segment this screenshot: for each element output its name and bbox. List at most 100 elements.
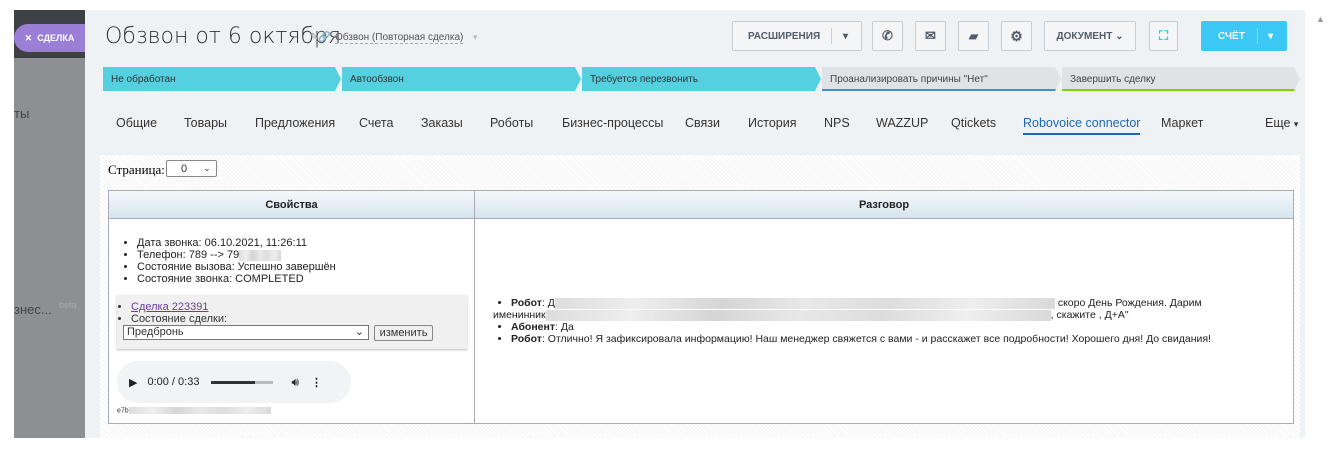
fullscreen-button[interactable]: ⛶ [1149,21,1178,51]
chevron-down-icon: ▾ [1268,30,1274,42]
extensions-label: РАСШИРЕНИЯ [748,30,821,42]
play-icon[interactable]: ▶ [129,376,137,389]
chevron-down-icon: ⌄ [354,326,364,338]
extensions-button[interactable]: РАСШИРЕНИЯ ▾ [732,21,862,51]
phone-button[interactable]: ✆ [872,21,903,51]
file-prefix: e7b [117,407,129,415]
chevron-down-icon: ▾ [843,30,849,42]
stage-label: Проанализировать причины "Нет" [830,73,988,85]
stage-label: Требуется перезвонить [590,73,698,85]
tab-invoices[interactable]: Счета [359,116,393,130]
text: , скажите , Д+А" [1050,309,1129,321]
speaker: Робот [511,297,542,309]
deal-state-select[interactable]: Предбронь ⌄ [123,325,369,340]
chat-icon: ▰ [968,29,979,43]
sidebar-item[interactable]: ты [14,106,29,121]
expand-icon: ⛶ [1158,28,1169,43]
tab-offers[interactable]: Предложения [255,116,335,130]
header-conversation: Разговор [475,191,1293,219]
tab-nps[interactable]: NPS [824,116,850,130]
header-properties: Свойства [109,191,475,219]
category-selector[interactable]: Обзвон (Повторная сделка) [335,32,464,44]
email-button[interactable]: ✉ [915,21,946,51]
tab-general[interactable]: Общие [116,116,157,130]
chevron-down-icon: ▾ [1293,119,1299,129]
conversation-line: Робот: Отлично! Я зафиксировала информац… [511,333,1283,345]
call-date: Дата звонка: 06.10.2021, 11:26:11 [137,237,336,249]
chevron-down-icon: ⌄ [203,163,211,173]
tab-bizproc[interactable]: Бизнес-процессы [562,116,663,130]
tab-qtickets[interactable]: Qtickets [951,116,996,130]
left-sidebar: ты знес... beta [14,10,85,438]
audio-seek-bar[interactable] [211,380,274,384]
stage-label: Завершить сделку [1070,73,1156,85]
call-table: Свойства Разговор Дата звонка: 06.10.202… [108,190,1294,424]
text: именинник [493,309,546,321]
tab-robovoice[interactable]: Robovoice connector [1023,116,1141,135]
call-phone: Телефон: 789 --> 79 [137,249,336,261]
stage-not-processed[interactable]: Не обработан [103,67,341,91]
file-name: e7b [117,407,271,414]
page-title: Обзвон от 6 октября [105,24,341,49]
scroll-up-icon[interactable]: ▲ [1316,14,1325,24]
call-properties: Дата звонка: 06.10.2021, 11:26:11 Телефо… [119,237,336,285]
stage-callback[interactable]: Требуется перезвонить [582,67,821,91]
tab-market[interactable]: Маркет [1161,116,1203,130]
close-icon: ✕ [24,32,33,43]
page-select[interactable]: 0 ⌄ [166,160,217,177]
mail-icon: ✉ [925,28,936,43]
tab-wazzup[interactable]: WAZZUP [876,116,928,130]
chat-button[interactable]: ▰ [958,21,989,51]
more-options-icon[interactable]: ⋮ [311,376,322,389]
phone-text: Телефон: 789 --> 79 [137,249,240,261]
audio-progress [211,380,255,384]
stage-label: Не обработан [111,73,176,85]
tab-orders[interactable]: Заказы [421,116,463,130]
text: Д [547,297,555,309]
tab-products[interactable]: Товары [184,116,227,130]
page-value: 0 [181,162,188,175]
close-deal-button[interactable]: ✕ СДЕЛКА [14,24,85,52]
gear-icon: ⚙ [1010,27,1023,44]
document-label: ДОКУМЕНТ [1056,30,1113,42]
speaker: Робот [511,333,542,345]
close-label: СДЕЛКА [37,33,75,43]
tab-robots[interactable]: Роботы [490,116,533,130]
settings-button[interactable]: ⚙ [1001,21,1032,51]
text: скоро День Рождения. Дарим [1057,297,1202,309]
document-button[interactable]: ДОКУМЕНТ ⌄ [1044,21,1136,51]
speaker: Абонент [511,321,556,333]
tab-history[interactable]: История [748,116,796,130]
sidebar-item[interactable]: знес... [14,302,52,317]
tab-more[interactable]: Еще ▾ [1265,116,1298,130]
chevron-down-icon: ⌄ [1115,30,1124,42]
conversation-list: Робот: Д скоро День Рождения. Дарим имен… [493,297,1283,345]
stage-analyze[interactable]: Проанализировать причины "Нет" [822,67,1061,91]
stage-label: Автообзвон [350,73,404,85]
tab-links[interactable]: Связи [685,116,720,130]
deal-link[interactable]: Сделка 223391 [131,301,208,313]
more-label: Еще [1265,116,1291,130]
text: Да [560,321,574,333]
deal-state-label: Состояние сделки: [131,313,467,325]
page-label: Страница: [108,162,165,177]
edit-icon[interactable]: ✎🔗 [310,32,331,43]
stage-complete[interactable]: Завершить сделку [1062,67,1300,91]
invoice-button[interactable]: СЧЁТ ▾ [1201,21,1287,51]
text: Отлично! Я зафиксировала информацию! Наш… [547,333,1211,345]
audio-time: 0:00 / 0:33 [147,376,200,388]
change-button[interactable]: изменить [374,325,433,341]
conversation-line: Абонент: Да [511,321,1283,333]
call-state: Состояние вызова: Успешно завершён [137,261,336,273]
beta-badge: beta [59,300,77,310]
conversation-line: Робот: Д скоро День Рождения. Дарим [511,297,1283,309]
audio-player: ▶ 0:00 / 0:33 🔊︎ ⋮ [117,361,351,403]
chevron-down-icon: ▾ [473,32,478,42]
conversation-line-cont: именинник , скажите , Д+А" [493,309,1283,321]
invoice-label: СЧЁТ [1218,30,1245,42]
call-status: Состояние звонка: COMPLETED [137,273,336,285]
stage-autocall[interactable]: Автообзвон [342,67,581,91]
deal-box: Сделка 223391 Состояние сделки: Предброн… [117,295,467,349]
phone-icon: ✆ [882,28,893,43]
volume-icon[interactable]: 🔊︎ [291,375,299,390]
